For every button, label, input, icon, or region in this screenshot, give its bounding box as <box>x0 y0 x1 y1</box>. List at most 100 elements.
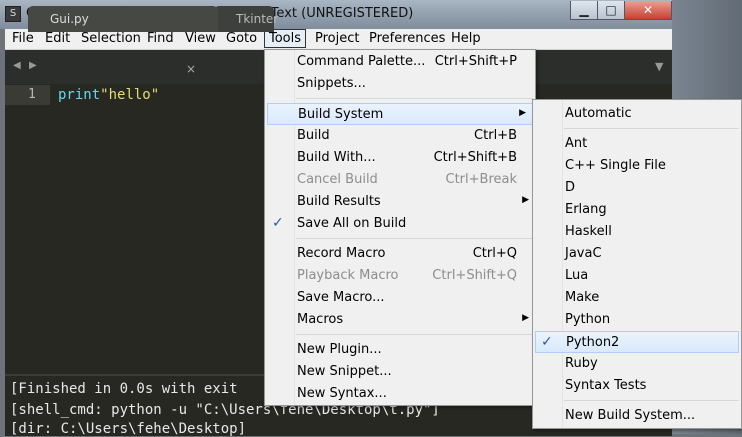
menu-item-haskell[interactable]: Haskell <box>533 221 741 243</box>
menu-selection[interactable]: Selection <box>77 29 145 49</box>
menu-item-label: Save All on Build <box>297 216 407 231</box>
submenu-arrow-icon: ▶ <box>522 195 529 205</box>
menu-item-shortcut: Ctrl+Shift+P <box>434 54 517 69</box>
menu-item-label: C++ Single File <box>565 158 666 173</box>
menu-item-label: Lua <box>565 268 589 283</box>
menu-separator <box>296 334 533 335</box>
menu-separator <box>296 238 533 239</box>
menu-item-command-palette[interactable]: Command Palette... Ctrl+Shift+P <box>265 51 535 73</box>
menu-item-record-macro[interactable]: Record Macro Ctrl+Q <box>265 243 535 265</box>
code-line[interactable]: print"hello" <box>58 87 159 103</box>
menu-item-label: Record Macro <box>297 246 386 261</box>
menu-item-label: JavaC <box>565 246 602 261</box>
tab-gui-py[interactable]: Gui.py <box>28 6 218 32</box>
menu-separator <box>296 98 533 99</box>
output-line: [Finished in 0.0s with exit <box>10 381 238 397</box>
menu-item-label: Build With... <box>297 150 376 165</box>
checkmark-icon: ✓ <box>541 334 553 350</box>
minimize-button[interactable]: ▁ <box>570 1 598 20</box>
menu-item-label: Python2 <box>566 335 620 350</box>
menu-item-python2[interactable]: ✓ Python2 <box>535 331 739 353</box>
menu-edit[interactable]: Edit <box>41 29 74 49</box>
menu-bar: File Edit Selection Find View Goto Tools… <box>5 29 672 50</box>
menu-project[interactable]: Project <box>311 29 363 49</box>
menu-item-label: Cancel Build <box>297 172 378 187</box>
menu-item-save-macro[interactable]: Save Macro... <box>265 287 535 309</box>
menu-item-label: Build <box>297 128 330 143</box>
menu-item-playback-macro: Playback Macro Ctrl+Shift+Q <box>265 265 535 287</box>
menu-item-shortcut: Ctrl+B <box>474 128 517 143</box>
code-function-token: print <box>58 87 101 103</box>
menu-item-build[interactable]: Build Ctrl+B <box>265 125 535 147</box>
menu-item-erlang[interactable]: Erlang <box>533 199 741 221</box>
tab-nav-left-icon[interactable]: ◀ <box>13 60 21 71</box>
submenu-arrow-icon: ▶ <box>522 313 529 323</box>
menu-item-shortcut: Ctrl+Shift+B <box>433 150 517 165</box>
submenu-arrow-icon: ▶ <box>519 108 526 118</box>
tab-close-icon[interactable]: × <box>186 62 196 76</box>
tab-tkinter[interactable]: Tkinter <box>214 6 278 32</box>
menu-item-javac[interactable]: JavaC <box>533 243 741 265</box>
menu-item-label: D <box>565 180 576 195</box>
tools-menu: Command Palette... Ctrl+Shift+P Snippets… <box>264 49 536 406</box>
sublime-app-icon[interactable]: S <box>5 6 21 22</box>
menu-item-label: Syntax Tests <box>565 378 647 393</box>
menu-item-label: Command Palette... <box>297 54 426 69</box>
menu-item-ruby[interactable]: Ruby <box>533 353 741 375</box>
menu-item-macros[interactable]: Macros ▶ <box>265 309 535 331</box>
menu-item-cpp-single-file[interactable]: C++ Single File <box>533 155 741 177</box>
menu-preferences[interactable]: Preferences <box>365 29 449 49</box>
menu-item-make[interactable]: Make <box>533 287 741 309</box>
menu-item-new-snippet[interactable]: New Snippet... <box>265 361 535 383</box>
menu-item-new-syntax[interactable]: New Syntax... <box>265 383 535 405</box>
menu-item-build-system[interactable]: Build System ▶ <box>267 103 533 125</box>
tab-list-dropdown-icon[interactable]: ▼ <box>655 60 663 73</box>
menu-item-label: New Syntax... <box>297 386 387 401</box>
menu-item-label: Macros <box>297 312 344 327</box>
menu-item-label: Make <box>565 290 600 305</box>
menu-item-label: Ruby <box>565 356 598 371</box>
menu-item-label: Ant <box>565 136 588 151</box>
menu-item-shortcut: Ctrl+Break <box>445 172 518 187</box>
menu-item-label: New Plugin... <box>297 342 382 357</box>
menu-file[interactable]: File <box>8 29 38 49</box>
menu-view[interactable]: View <box>181 29 220 49</box>
menu-item-python[interactable]: Python <box>533 309 741 331</box>
menu-item-label: Build Results <box>297 194 381 209</box>
menu-item-new-build-system[interactable]: New Build System... <box>533 405 741 427</box>
code-string-token: "hello" <box>100 87 160 103</box>
menu-item-label: Erlang <box>565 202 607 217</box>
checkmark-icon: ✓ <box>272 215 284 231</box>
menu-item-label: New Build System... <box>565 408 696 423</box>
tab-nav-right-icon[interactable]: ▶ <box>29 60 37 71</box>
menu-item-label: Playback Macro <box>297 268 399 283</box>
line-number: 1 <box>28 87 36 102</box>
menu-find[interactable]: Find <box>143 29 178 49</box>
menu-item-ant[interactable]: Ant <box>533 133 741 155</box>
menu-help[interactable]: Help <box>447 29 485 49</box>
menu-item-label: Build System <box>298 107 384 122</box>
menu-item-build-results[interactable]: Build Results ▶ <box>265 191 535 213</box>
menu-item-new-plugin[interactable]: New Plugin... <box>265 339 535 361</box>
menu-item-label: Python <box>565 312 611 327</box>
menu-item-label: Haskell <box>565 224 612 239</box>
menu-item-snippets[interactable]: Snippets... <box>265 73 535 95</box>
menu-separator <box>564 128 739 129</box>
menu-item-syntax-tests[interactable]: Syntax Tests <box>533 375 741 397</box>
menu-item-build-with[interactable]: Build With... Ctrl+Shift+B <box>265 147 535 169</box>
maximize-button[interactable]: □ <box>597 1 625 20</box>
menu-separator <box>564 400 739 401</box>
menu-item-shortcut: Ctrl+Shift+Q <box>432 268 517 283</box>
build-system-submenu: Automatic Ant C++ Single File D Erlang H… <box>532 99 742 429</box>
menu-item-label: Save Macro... <box>297 290 385 305</box>
menu-item-shortcut: Ctrl+Q <box>472 246 517 261</box>
menu-item-cancel-build: Cancel Build Ctrl+Break <box>265 169 535 191</box>
menu-item-save-all-on-build[interactable]: ✓ Save All on Build <box>265 213 535 235</box>
close-button[interactable]: ✕ <box>624 1 672 20</box>
menu-goto[interactable]: Goto <box>222 29 261 49</box>
menu-item-lua[interactable]: Lua <box>533 265 741 287</box>
menu-item-label: Snippets... <box>297 76 366 91</box>
menu-item-automatic[interactable]: Automatic <box>533 103 741 125</box>
menu-item-label: New Snippet... <box>297 364 392 379</box>
menu-item-d[interactable]: D <box>533 177 741 199</box>
